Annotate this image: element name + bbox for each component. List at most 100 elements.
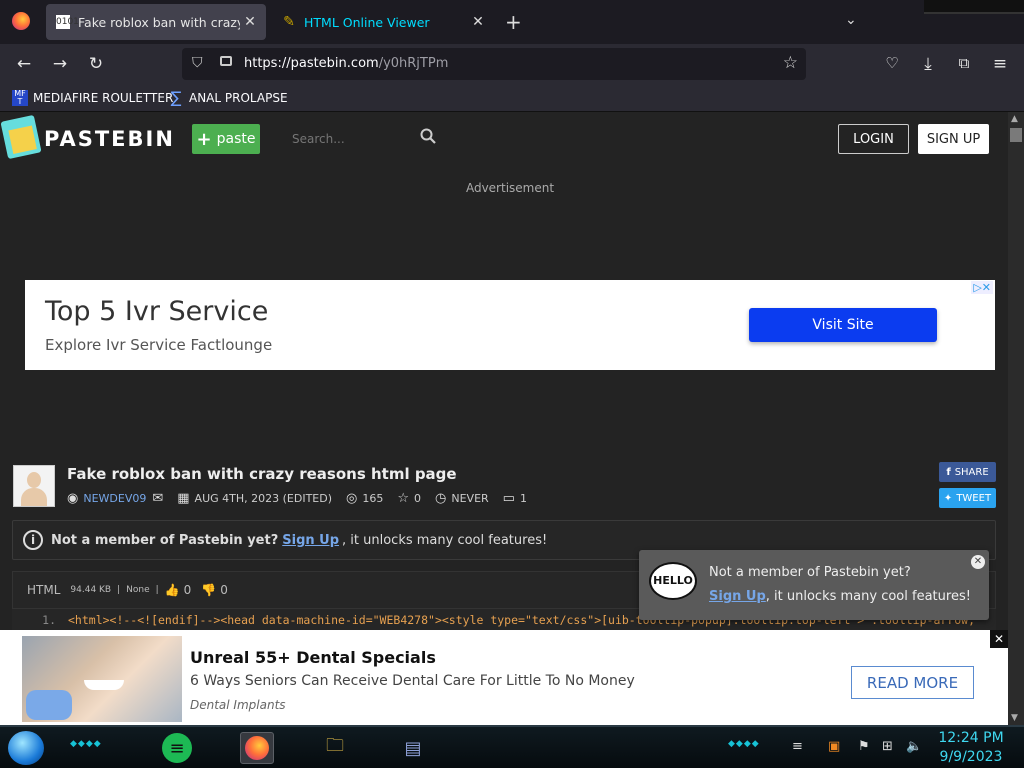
paste-header: Fake roblox ban with crazy reasons html … bbox=[0, 458, 1008, 514]
notice-signup-link[interactable]: Sign Up bbox=[282, 533, 339, 548]
top-ad-banner[interactable]: Top 5 Ivr Service Explore Ivr Service Fa… bbox=[25, 280, 995, 370]
expiration: NEVER bbox=[451, 492, 489, 505]
ad-image-detail bbox=[26, 690, 72, 720]
language-label[interactable]: HTML bbox=[27, 583, 60, 597]
signup-button[interactable]: SIGN UP bbox=[918, 124, 989, 154]
list-tabs-chevron-icon[interactable]: ⌄ bbox=[845, 12, 857, 28]
toast-title: Not a member of Pastebin yet? bbox=[709, 565, 911, 580]
advertisement-label: Advertisement bbox=[465, 181, 555, 195]
login-button[interactable]: LOGIN bbox=[838, 124, 909, 154]
close-tab-icon[interactable]: ✕ bbox=[468, 14, 488, 30]
address-bar[interactable]: ⛉ https://pastebin.com/y0hRjTPm ☆ bbox=[182, 48, 806, 80]
reload-icon[interactable]: ↻ bbox=[85, 54, 107, 74]
window-app-icon[interactable]: ▤ bbox=[396, 732, 430, 764]
ad-subtitle[interactable]: Explore Ivr Service Factlounge bbox=[45, 336, 272, 354]
network-icon[interactable]: ⊞ bbox=[882, 739, 893, 754]
tab-title: HTML Online Viewer bbox=[304, 14, 430, 30]
author-link[interactable]: NEWDEV09 bbox=[83, 492, 146, 505]
avatar[interactable] bbox=[13, 465, 55, 507]
menu-hamburger-icon[interactable]: ≡ bbox=[989, 54, 1011, 74]
close-icon[interactable]: ✕ bbox=[971, 555, 985, 569]
pastebin-logo-icon[interactable] bbox=[0, 114, 42, 160]
thumbs-down-icon[interactable]: 👎 bbox=[201, 583, 216, 597]
toast-rest: , it unlocks many cool features! bbox=[765, 589, 971, 604]
scroll-up-icon[interactable]: ▲ bbox=[1011, 114, 1018, 124]
toast-signup-link[interactable]: Sign Up bbox=[709, 589, 766, 604]
scroll-thumb[interactable] bbox=[1010, 128, 1022, 142]
scroll-down-icon[interactable]: ▼ bbox=[1011, 713, 1018, 723]
bookmark-mediafire[interactable]: MF T MEDIAFIRE ROULETTER bbox=[12, 90, 173, 106]
new-paste-button[interactable]: + paste bbox=[192, 124, 260, 154]
back-arrow-icon[interactable]: ← bbox=[13, 54, 35, 74]
message-envelope-icon[interactable]: ✉ bbox=[152, 491, 163, 506]
star-count: 0 bbox=[414, 492, 422, 505]
file-explorer-icon[interactable]: 🗀 bbox=[318, 732, 352, 764]
tray-overflow-icon[interactable]: ≡ bbox=[792, 739, 803, 754]
facebook-icon: f bbox=[946, 466, 951, 478]
start-orb-icon[interactable] bbox=[8, 731, 44, 765]
pencil-favicon-icon: ✎ bbox=[283, 14, 295, 30]
tab-pastebin[interactable]: 0101 Fake roblox ban with crazy reas ✕ bbox=[46, 4, 266, 40]
lock-icon[interactable] bbox=[220, 56, 232, 66]
ad-title[interactable]: Top 5 Ivr Service bbox=[45, 296, 268, 327]
clock[interactable]: 12:24 PM 9/9/2023 bbox=[936, 729, 1006, 767]
page-scrollbar[interactable]: ▲ ▼ bbox=[1008, 112, 1024, 725]
volume-icon[interactable]: 🔈 bbox=[906, 739, 922, 754]
navigation-toolbar: ← → ↻ ⛉ https://pastebin.com/y0hRjTPm ☆ … bbox=[0, 44, 1024, 86]
downloads-icon[interactable]: ⤓ bbox=[917, 54, 939, 74]
ad-image-detail bbox=[84, 680, 124, 690]
bookmark-star-icon[interactable]: ☆ bbox=[783, 53, 798, 73]
forward-arrow-icon[interactable]: → bbox=[49, 54, 71, 74]
flag-icon[interactable]: ⚑ bbox=[858, 739, 870, 754]
signup-toast: HELLO Not a member of Pastebin yet? Sign… bbox=[639, 550, 989, 620]
url-text[interactable]: https://pastebin.com/y0hRjTPm bbox=[244, 56, 448, 71]
star-icon: ☆ bbox=[397, 491, 410, 506]
search-icon[interactable] bbox=[420, 128, 436, 144]
bottom-ad-banner[interactable]: Unreal 55+ Dental Specials 6 Ways Senior… bbox=[0, 630, 1008, 725]
url-path: /y0hRjTPm bbox=[378, 56, 449, 71]
clock-date: 9/9/2023 bbox=[939, 749, 1003, 765]
user-icon: ◉ bbox=[67, 491, 79, 506]
bottom-ad-title[interactable]: Unreal 55+ Dental Specials bbox=[190, 648, 436, 667]
tab-title: Fake roblox ban with crazy reas bbox=[78, 14, 240, 30]
read-more-button[interactable]: READ MORE bbox=[851, 666, 974, 699]
firefox-icon[interactable] bbox=[12, 12, 30, 30]
bookmark-label: MEDIAFIRE ROULETTER bbox=[33, 91, 174, 105]
view-count: 165 bbox=[362, 492, 384, 505]
close-tab-icon[interactable]: ✕ bbox=[240, 14, 260, 30]
taskbar-decoration: ◆◆◆◆ bbox=[728, 739, 760, 749]
pastebin-brand[interactable]: PASTEBIN bbox=[44, 127, 175, 151]
comment-count: 1 bbox=[519, 492, 527, 505]
bookmarks-toolbar: MF T MEDIAFIRE ROULETTER ∑ ANAL PROLAPSE bbox=[0, 86, 1024, 112]
tweet-button[interactable]: ✦ TWEET bbox=[939, 488, 996, 508]
dislike-count: 0 bbox=[220, 583, 228, 597]
eye-icon: ◎ bbox=[346, 491, 358, 506]
line-number: 1. bbox=[42, 613, 56, 627]
extensions-icon[interactable]: ⧉ bbox=[953, 54, 975, 72]
close-ad-icon[interactable]: ✕ bbox=[990, 630, 1008, 648]
facebook-share-button[interactable]: f SHARE bbox=[939, 462, 996, 482]
paste-title: Fake roblox ban with crazy reasons html … bbox=[67, 465, 457, 483]
notice-text: , it unlocks many cool features! bbox=[342, 532, 548, 548]
url-host: https://pastebin.com bbox=[244, 56, 379, 71]
search-input[interactable] bbox=[282, 124, 442, 154]
tracking-shield-icon[interactable]: ⛉ bbox=[192, 55, 203, 71]
bottom-ad-source: Dental Implants bbox=[190, 698, 286, 712]
taskbar-decoration: ◆◆◆◆ bbox=[70, 739, 102, 749]
calendar-icon: ▦ bbox=[177, 491, 190, 506]
tray-app-icon[interactable]: ▣ bbox=[828, 739, 840, 754]
web-page: PASTEBIN + paste LOGIN SIGN UP Advertise… bbox=[0, 112, 1008, 725]
ad-image[interactable] bbox=[22, 636, 182, 722]
adchoices-icon[interactable]: ▷✕ bbox=[971, 281, 993, 294]
bookmark-second[interactable]: ∑ ANAL PROLAPSE bbox=[168, 90, 288, 106]
firefox-taskbar-icon[interactable] bbox=[240, 732, 274, 764]
pocket-icon[interactable]: ♡ bbox=[881, 54, 903, 72]
visit-site-button[interactable]: Visit Site bbox=[749, 308, 937, 342]
spotify-icon[interactable]: ≡ bbox=[162, 733, 192, 763]
thumbs-up-icon[interactable]: 👍 bbox=[165, 583, 180, 597]
toast-text: Sign Up, it unlocks many cool features! bbox=[709, 589, 971, 604]
new-tab-button[interactable]: + bbox=[505, 10, 522, 34]
separator: | bbox=[155, 585, 159, 595]
tab-html-viewer[interactable]: ✎ HTML Online Viewer ✕ bbox=[272, 4, 494, 40]
bottom-ad-subtitle[interactable]: 6 Ways Seniors Can Receive Dental Care F… bbox=[190, 673, 635, 689]
